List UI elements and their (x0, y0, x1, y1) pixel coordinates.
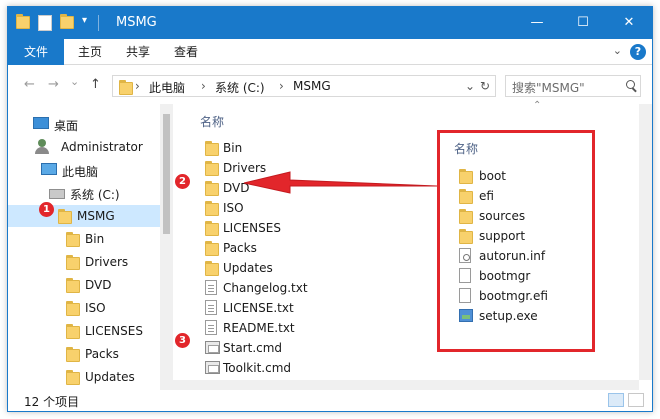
step-badge-1: 1 (39, 202, 54, 217)
step-badge-3: 3 (175, 333, 190, 348)
red-arrow-icon (243, 171, 438, 194)
annotation-arrow (243, 171, 438, 194)
step-badge-2: 2 (175, 174, 190, 189)
